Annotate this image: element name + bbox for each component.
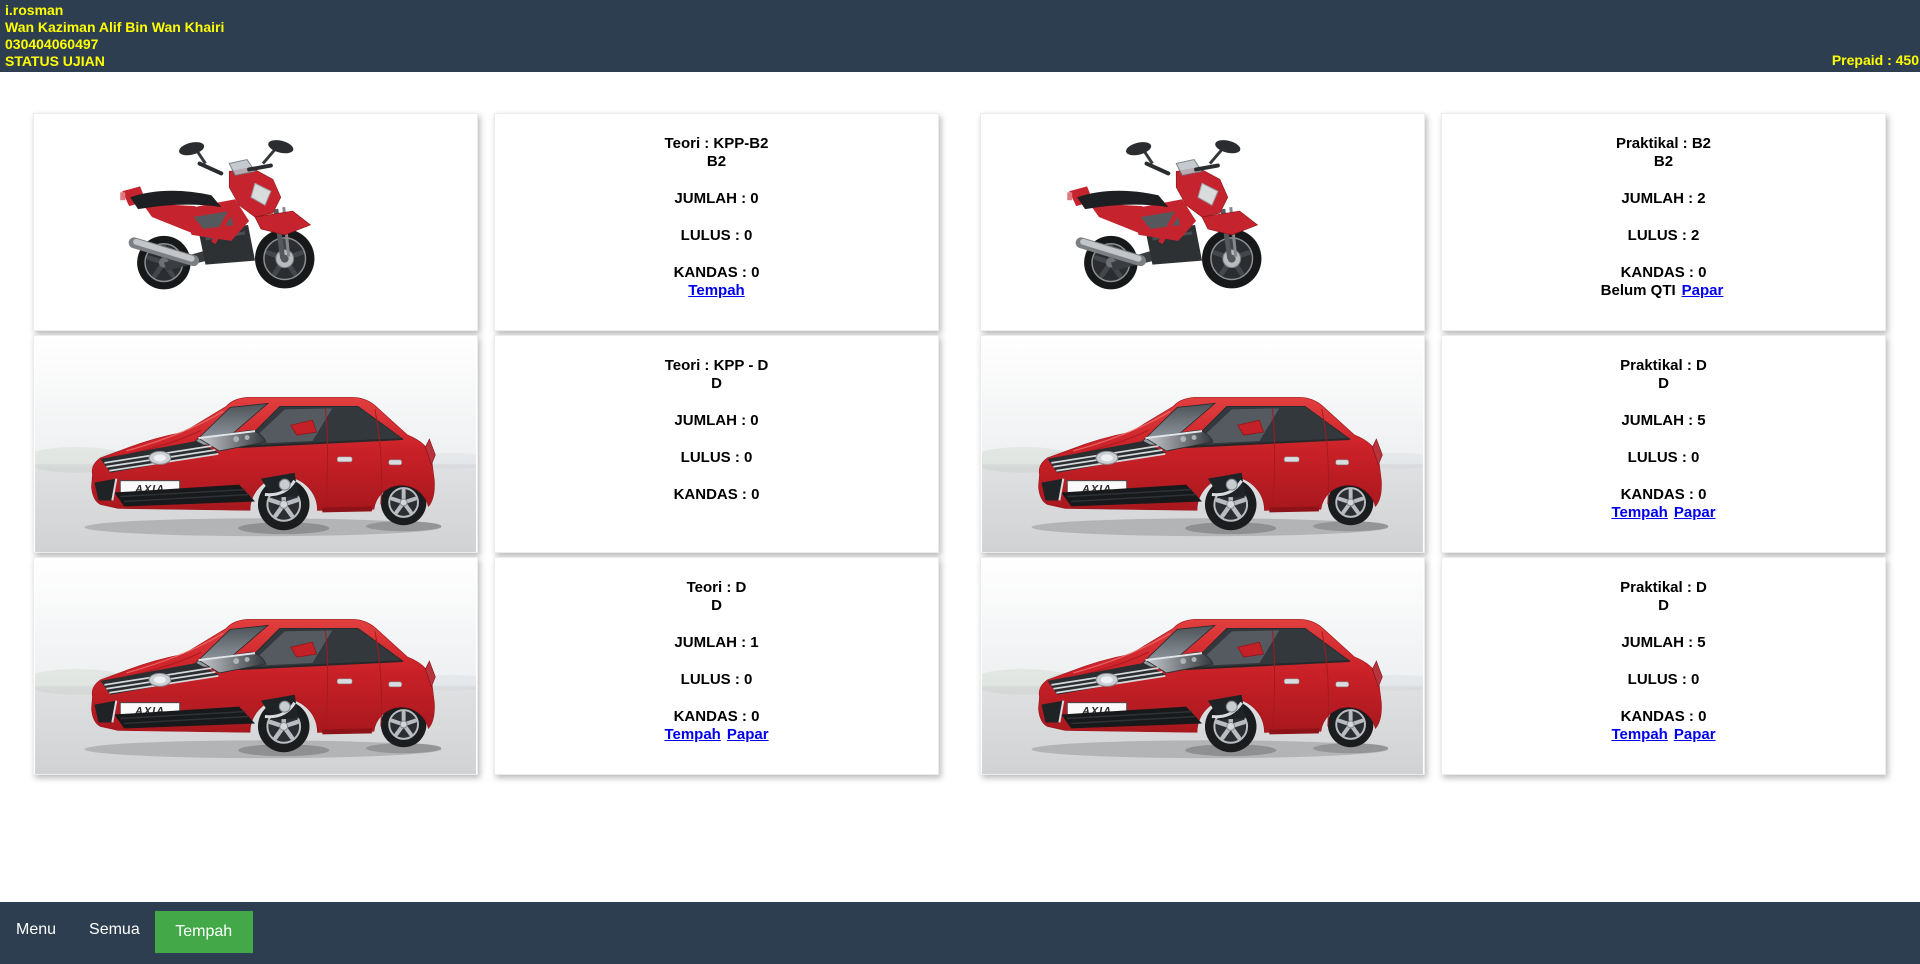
menu-link[interactable]: Menu	[16, 920, 56, 940]
lulus-stat: LULUS : 0	[1442, 449, 1885, 467]
vehicle-image-card	[33, 113, 478, 331]
card-actions: Tempah Papar	[1442, 504, 1885, 522]
card-title: Teori : D	[495, 579, 938, 597]
card-code: D	[495, 597, 938, 615]
teori-b2-pair: Teori : KPP-B2 B2 JUMLAH : 0 LULUS : 0 K…	[33, 113, 939, 331]
test-status-card: Teori : KPP - D D JUMLAH : 0 LULUS : 0 K…	[494, 335, 939, 553]
card-code: D	[1442, 375, 1885, 393]
lulus-stat: LULUS : 0	[495, 227, 938, 245]
papar-link[interactable]: Papar	[1682, 282, 1724, 299]
papar-link[interactable]: Papar	[727, 726, 769, 743]
test-status-card: Praktikal : D D JUMLAH : 5 LULUS : 0 KAN…	[1441, 557, 1886, 775]
vehicle-image-card	[980, 335, 1425, 553]
lulus-stat: LULUS : 0	[495, 449, 938, 467]
card-code: B2	[495, 153, 938, 171]
test-status-card: Teori : KPP-B2 B2 JUMLAH : 0 LULUS : 0 K…	[494, 113, 939, 331]
tempah-link[interactable]: Tempah	[664, 726, 720, 743]
jumlah-stat: JUMLAH : 0	[495, 190, 938, 208]
kandas-stat: KANDAS : 0	[495, 264, 938, 282]
motorcycle-image	[34, 114, 477, 330]
semua-link[interactable]: Semua	[89, 920, 140, 940]
jumlah-stat: JUMLAH : 0	[495, 412, 938, 430]
grid-row-2: Teori : KPP - D D JUMLAH : 0 LULUS : 0 K…	[33, 335, 1887, 553]
test-status-card: Praktikal : B2 B2 JUMLAH : 2 LULUS : 2 K…	[1441, 113, 1886, 331]
lulus-stat: LULUS : 0	[495, 671, 938, 689]
jumlah-stat: JUMLAH : 5	[1442, 634, 1885, 652]
card-actions: Belum QTI Papar	[1442, 282, 1885, 300]
lulus-stat: LULUS : 0	[1442, 671, 1885, 689]
bottom-toolbar: Menu Semua Tempah	[0, 902, 1920, 964]
full-name: Wan Kaziman Alif Bin Wan Khairi	[5, 19, 1920, 36]
tempah-button[interactable]: Tempah	[155, 911, 253, 953]
praktikal-b2-pair: Praktikal : B2 B2 JUMLAH : 2 LULUS : 2 K…	[980, 113, 1886, 331]
card-actions: Tempah Papar	[495, 726, 938, 744]
kandas-stat: KANDAS : 0	[1442, 708, 1885, 726]
vehicle-image-card	[33, 335, 478, 553]
jumlah-stat: JUMLAH : 2	[1442, 190, 1885, 208]
teori-d-pair: Teori : D D JUMLAH : 1 LULUS : 0 KANDAS …	[33, 557, 939, 775]
grid-row-3: Teori : D D JUMLAH : 1 LULUS : 0 KANDAS …	[33, 557, 1887, 775]
status-note: Belum QTI	[1601, 282, 1676, 299]
username: i.rosman	[5, 2, 1920, 19]
car-image	[34, 558, 477, 774]
kandas-stat: KANDAS : 0	[495, 708, 938, 726]
prepaid-balance: Prepaid : 450	[1832, 52, 1919, 69]
card-title: Praktikal : D	[1442, 579, 1885, 597]
tempah-link[interactable]: Tempah	[1611, 726, 1667, 743]
top-header: i.rosman Wan Kaziman Alif Bin Wan Khairi…	[0, 0, 1920, 72]
teori-kpp-d-pair: Teori : KPP - D D JUMLAH : 0 LULUS : 0 K…	[33, 335, 939, 553]
car-image	[981, 558, 1424, 774]
car-image	[34, 336, 477, 552]
card-actions: Tempah Papar	[1442, 726, 1885, 744]
ic-number: 030404060497	[5, 36, 1920, 53]
test-status-card: Teori : D D JUMLAH : 1 LULUS : 0 KANDAS …	[494, 557, 939, 775]
kandas-stat: KANDAS : 0	[1442, 486, 1885, 504]
status-grid: Teori : KPP-B2 B2 JUMLAH : 0 LULUS : 0 K…	[0, 72, 1920, 775]
praktikal-d-pair: Praktikal : D D JUMLAH : 5 LULUS : 0 KAN…	[980, 335, 1886, 553]
card-actions: Tempah	[495, 282, 938, 300]
car-image	[981, 336, 1424, 552]
page-title: STATUS UJIAN	[5, 53, 1920, 70]
vehicle-image-card	[33, 557, 478, 775]
papar-link[interactable]: Papar	[1674, 726, 1716, 743]
vehicle-image-card	[980, 113, 1425, 331]
card-title: Praktikal : B2	[1442, 135, 1885, 153]
jumlah-stat: JUMLAH : 5	[1442, 412, 1885, 430]
kandas-stat: KANDAS : 0	[495, 486, 938, 504]
lulus-stat: LULUS : 2	[1442, 227, 1885, 245]
card-title: Teori : KPP - D	[495, 357, 938, 375]
jumlah-stat: JUMLAH : 1	[495, 634, 938, 652]
motorcycle-image	[981, 114, 1424, 330]
test-status-card: Praktikal : D D JUMLAH : 5 LULUS : 0 KAN…	[1441, 335, 1886, 553]
kandas-stat: KANDAS : 0	[1442, 264, 1885, 282]
tempah-link[interactable]: Tempah	[688, 282, 744, 299]
card-code: D	[495, 375, 938, 393]
tempah-link[interactable]: Tempah	[1611, 504, 1667, 521]
papar-link[interactable]: Papar	[1674, 504, 1716, 521]
card-title: Praktikal : D	[1442, 357, 1885, 375]
card-code: B2	[1442, 153, 1885, 171]
praktikal-d-pair-2: Praktikal : D D JUMLAH : 5 LULUS : 0 KAN…	[980, 557, 1886, 775]
card-code: D	[1442, 597, 1885, 615]
grid-row-1: Teori : KPP-B2 B2 JUMLAH : 0 LULUS : 0 K…	[33, 113, 1887, 331]
card-title: Teori : KPP-B2	[495, 135, 938, 153]
vehicle-image-card	[980, 557, 1425, 775]
